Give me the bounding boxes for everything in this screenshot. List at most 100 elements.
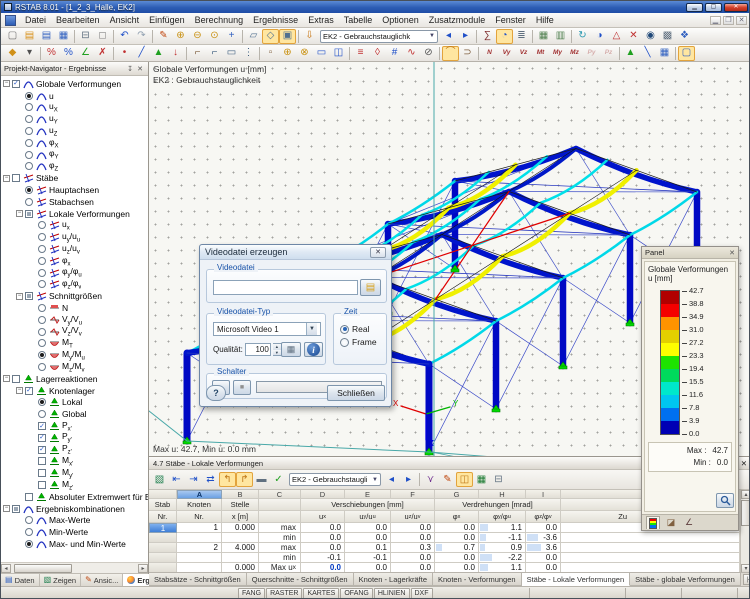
tree-expander-icon[interactable]: − (3, 80, 10, 88)
scroll-left-icon[interactable]: ◂ (1, 563, 11, 573)
result-vy-icon[interactable]: Vy (498, 46, 515, 61)
select-clear-icon[interactable]: ✗ (94, 46, 111, 61)
minimize-button[interactable]: ▁ (686, 2, 703, 12)
result-py-icon[interactable]: Py (583, 46, 600, 61)
tree-checkbox[interactable] (38, 469, 46, 478)
tree-item[interactable]: uY (1, 113, 148, 126)
corner-cell[interactable] (149, 490, 177, 499)
result-pz-icon[interactable]: Pz (600, 46, 617, 61)
tree-radio[interactable] (25, 91, 33, 100)
menu-item-ergebnisse[interactable]: Ergebnisse (248, 14, 303, 26)
table-check-icon[interactable]: ✓ (270, 472, 287, 487)
zoom-window-icon[interactable]: ⊙ (206, 29, 223, 44)
tree-item[interactable]: ✓ Py' (1, 431, 148, 444)
tree-radio[interactable] (38, 268, 46, 277)
close-button[interactable]: ✕ (724, 2, 748, 12)
scroll-track[interactable] (12, 563, 137, 573)
node-tool-icon[interactable]: • (116, 46, 133, 61)
navigator-tab-daten[interactable]: ▤ Daten (1, 574, 40, 586)
column-letter-C[interactable]: C (259, 490, 301, 499)
tree-item[interactable]: uz/uv (1, 243, 148, 255)
tree-item[interactable]: Stabachsen (1, 196, 148, 208)
tree-radio[interactable] (25, 115, 33, 124)
load-tool-icon[interactable]: ↓ (167, 46, 184, 61)
cell-value[interactable]: 0.3 (391, 543, 435, 553)
column-letter-D[interactable]: D (301, 490, 345, 499)
cell-value[interactable]: 0.0 (391, 553, 435, 563)
table-up-icon[interactable]: ⇤ (168, 472, 185, 487)
cell-value[interactable]: 0.0 (435, 523, 479, 533)
modules-icon[interactable]: ❖ (676, 29, 693, 44)
edit-mode-icon[interactable]: ▭ (223, 46, 240, 61)
grid-points-icon[interactable]: ⋮ (240, 46, 257, 61)
table-filter-icon[interactable]: ⋎ (422, 472, 439, 487)
tree-radio[interactable] (38, 233, 46, 242)
table-tab-3[interactable]: Knoten - Verformungen (433, 573, 522, 586)
tree-item[interactable]: My/Mu (1, 349, 148, 362)
flag-work-icon[interactable]: ⌐ (189, 46, 206, 61)
tree-item[interactable]: Lokal (1, 397, 148, 409)
cell-knoten[interactable]: 2 (177, 543, 222, 553)
tree-item[interactable]: φY (1, 148, 148, 161)
calculation-icon[interactable]: ∑ (479, 29, 496, 44)
tree-item[interactable]: − ✓ Globale Verformungen (1, 78, 148, 90)
select-window-icon[interactable]: ▫ (262, 46, 279, 61)
help-button[interactable]: ? (206, 385, 226, 401)
delete-results-icon[interactable]: ✕ (625, 29, 642, 44)
tree-item[interactable]: − Schnittgrößen (1, 290, 148, 302)
tree-checkbox[interactable] (38, 457, 46, 466)
panel-tab-colorscale[interactable] (646, 516, 660, 529)
table-tab-4[interactable]: Stäbe - Lokale Verformungen (521, 573, 631, 586)
result-my-icon[interactable]: My (549, 46, 566, 61)
table-case-prev-icon[interactable]: ◂ (383, 472, 400, 487)
table-case-next-icon[interactable]: ▸ (400, 472, 417, 487)
tree-radio[interactable] (25, 127, 33, 136)
tree-item[interactable]: Min-Werte (1, 526, 148, 538)
view-3d-icon[interactable]: ◇ (262, 28, 279, 44)
tree-item[interactable]: My' (1, 467, 148, 480)
tree-item[interactable]: Max- und Min-Werte (1, 538, 148, 550)
table-window-icon[interactable]: ▢ (678, 45, 695, 61)
result-mt-icon[interactable]: Mt (532, 46, 549, 61)
tree-item[interactable]: − ✓ Knotenlager (1, 385, 148, 397)
quality-input[interactable]: 100 (244, 343, 271, 356)
tree-item[interactable]: Vz/Vv (1, 325, 148, 338)
new-file-icon[interactable]: ▢ (4, 29, 21, 44)
dialog-close-button[interactable]: ✕ (370, 246, 386, 258)
tree-item[interactable]: ✓ Px' (1, 420, 148, 432)
member-tool-icon[interactable]: ╱ (133, 46, 150, 61)
table-sync-icon[interactable]: ⇄ (202, 472, 219, 487)
cell-x[interactable]: 4.000 (222, 543, 259, 553)
zoom-dynamic-icon[interactable]: ⊕ (279, 46, 296, 61)
tree-radio[interactable] (38, 256, 46, 265)
cell-value[interactable]: -0.1 (345, 553, 391, 563)
tree-item[interactable]: φx (1, 255, 148, 267)
scroll-up-icon[interactable]: ▴ (741, 490, 749, 499)
cell-value[interactable]: 3.6 (526, 543, 561, 553)
scroll-thumb[interactable] (14, 563, 72, 573)
tree-radio[interactable] (38, 351, 46, 360)
tree-item[interactable]: u (1, 90, 148, 102)
load-case-combo[interactable]: EK2 - Gebrauchstauglichk ▼ (320, 29, 438, 43)
codec-settings-button[interactable]: ▦ (281, 342, 301, 357)
status-toggle-dxf[interactable]: DXF (410, 588, 433, 598)
snap-icon[interactable]: ◆ (4, 46, 21, 61)
tree-expander-icon[interactable]: − (16, 387, 23, 395)
cell-kind[interactable]: min (259, 533, 301, 543)
mirror-icon[interactable]: ◑ (591, 29, 608, 44)
result-vz-icon[interactable]: Vz (515, 46, 532, 61)
cell-value[interactable]: 0.0 (301, 523, 345, 533)
row-header[interactable] (149, 543, 177, 553)
snap-options-icon[interactable]: ▾ (21, 46, 38, 61)
tree-item[interactable]: uX (1, 101, 148, 114)
cell-value[interactable]: 0.0 (526, 553, 561, 563)
mdi-restore-button[interactable]: ❐ (723, 15, 734, 25)
render-model-icon[interactable]: ▣ (279, 28, 296, 44)
tree-radio[interactable] (38, 398, 46, 407)
cell-trailing[interactable] (561, 553, 740, 563)
tree-item[interactable]: Vy/Vu (1, 314, 148, 326)
deformation-display-icon[interactable]: ⌒ (442, 45, 459, 61)
tree-item[interactable]: − Ergebniskombinationen (1, 503, 148, 515)
pan-view-icon[interactable]: + (223, 29, 240, 44)
previous-case-icon[interactable]: ◂ (440, 29, 457, 44)
